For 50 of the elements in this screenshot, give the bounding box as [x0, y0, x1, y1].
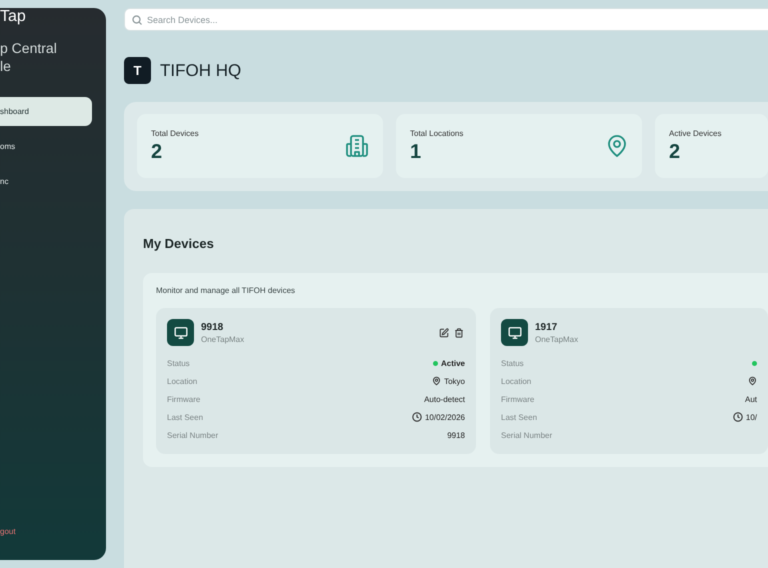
search-icon: [131, 14, 143, 26]
logout-link[interactable]: gout: [0, 527, 106, 536]
brand-name: Tap: [0, 8, 27, 26]
stat-label: Total Locations: [410, 128, 464, 138]
field-label: Serial Number: [167, 430, 218, 440]
field-label: Location: [501, 376, 532, 386]
building-icon: [345, 134, 369, 158]
field-value: 10/02/2026: [424, 412, 465, 422]
device-model: OneTapMax: [535, 334, 578, 344]
map-pin-icon: [748, 376, 757, 386]
section-subtitle: Monitor and manage all TIFOH devices: [156, 286, 296, 295]
section-title: My Devices: [143, 236, 215, 251]
field-value: Active: [440, 358, 465, 368]
field-label: Serial Number: [501, 430, 552, 440]
app-title: p Central: [0, 39, 58, 57]
nav-item[interactable]: oms: [0, 132, 92, 161]
field-label: Firmware: [167, 394, 200, 404]
field-label: Status: [501, 358, 524, 368]
map-pin-icon: [606, 134, 628, 158]
search-field[interactable]: Search Devices...: [124, 8, 768, 31]
field-value: Auto-detect: [424, 394, 465, 404]
nav-item[interactable]: nc: [0, 167, 92, 196]
stat-value: 2: [669, 140, 682, 164]
trash-icon[interactable]: [454, 328, 464, 338]
field-label: Firmware: [501, 394, 534, 404]
field-label: Last Seen: [501, 412, 538, 422]
field-label: Last Seen: [167, 412, 204, 422]
field-value: 10/: [746, 412, 757, 422]
nav-item[interactable]: shboard: [0, 97, 92, 126]
clock-icon: [412, 412, 422, 422]
page-title: TIFOH HQ: [160, 60, 242, 80]
device-name: 9918: [201, 322, 224, 332]
field-value: Tokyo: [444, 376, 465, 386]
stat-value: 2: [151, 140, 164, 164]
app-title: le: [0, 57, 12, 75]
field-label: Status: [167, 358, 190, 368]
monitor-icon: [508, 326, 522, 340]
map-pin-icon: [432, 376, 442, 386]
edit-icon[interactable]: [439, 328, 449, 338]
stat-label: Active Devices: [669, 128, 722, 138]
device-name: 1917: [535, 322, 558, 332]
stat-label: Total Devices: [151, 128, 200, 138]
stat-value: 1: [410, 140, 422, 164]
field-value: Aut: [744, 394, 757, 404]
device-model: OneTapMax: [201, 334, 244, 344]
field-label: Location: [167, 376, 198, 386]
monitor-icon: [174, 326, 188, 340]
field-value: 9918: [447, 430, 465, 440]
org-badge: T: [124, 57, 151, 84]
clock-icon: [732, 412, 743, 422]
